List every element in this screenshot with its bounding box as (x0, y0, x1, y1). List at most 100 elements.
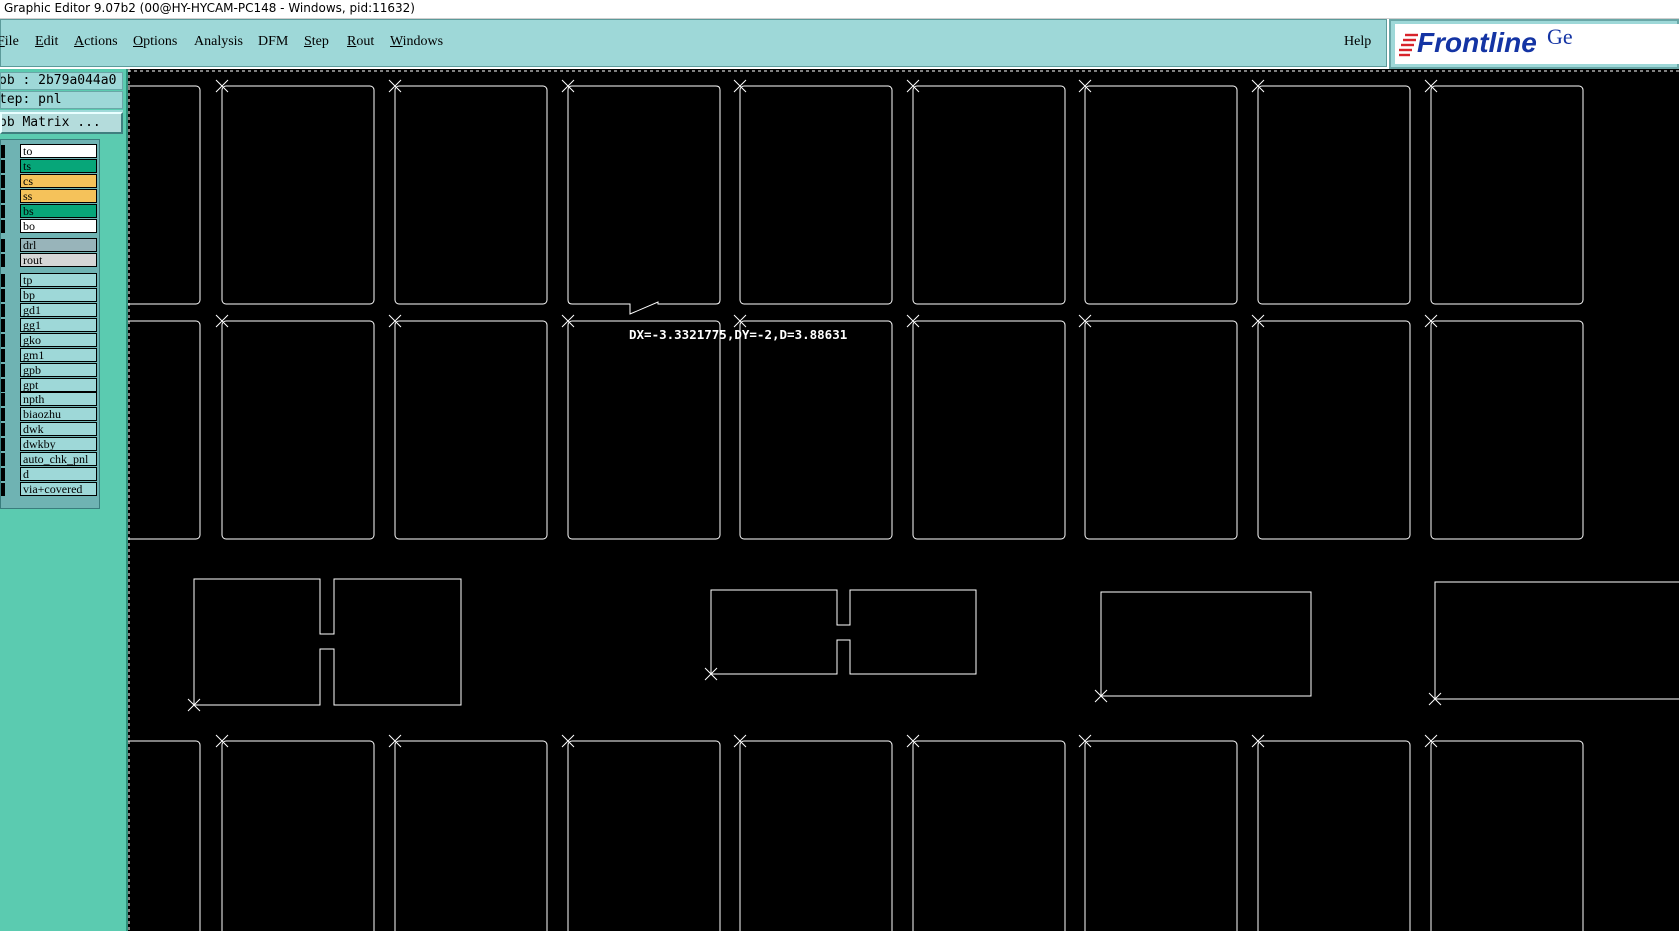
pcb-board-outline (221, 320, 375, 540)
layer-checkbox[interactable] (1, 160, 5, 173)
layer-checkbox[interactable] (1, 408, 5, 421)
layer-label[interactable]: biaozhu (20, 407, 97, 421)
pcb-board-outline (912, 320, 1066, 540)
layer-checkbox[interactable] (1, 205, 5, 218)
layer-row-bs[interactable]: bs (1, 204, 101, 219)
layer-label[interactable]: npth (20, 392, 97, 406)
layer-row-tp[interactable]: tp (1, 273, 101, 288)
pcb-board-outline (1084, 320, 1238, 540)
layer-label[interactable]: bs (20, 204, 97, 218)
layer-label[interactable]: bo (20, 219, 97, 233)
pcb-board-outline (567, 320, 721, 540)
layer-label[interactable]: gm1 (20, 348, 97, 362)
layer-row-gpt[interactable]: gpt (1, 378, 101, 393)
logo-text: Frontline (1417, 27, 1537, 58)
layer-checkbox[interactable] (1, 334, 5, 347)
menu-dfm[interactable]: DFM (258, 34, 288, 50)
layer-label[interactable]: rout (20, 253, 97, 267)
menu-help[interactable]: Help (1344, 34, 1371, 50)
layer-row-via-covered[interactable]: via+covered (1, 482, 101, 497)
layer-label[interactable]: cs (20, 174, 97, 188)
pcb-board-outline (221, 85, 375, 305)
cad-drawing[interactable] (128, 69, 1679, 931)
pcb-board-outline (1430, 320, 1584, 540)
layer-row-gd1[interactable]: gd1 (1, 303, 101, 318)
layer-checkbox[interactable] (1, 379, 5, 392)
job-matrix-button[interactable]: ob Matrix ... (0, 112, 123, 134)
layer-checkbox[interactable] (1, 423, 5, 436)
layer-checkbox[interactable] (1, 364, 5, 377)
layer-label[interactable]: d (20, 467, 97, 481)
layer-row-npth[interactable]: npth (1, 392, 101, 407)
pcb-board-outline (128, 740, 201, 931)
layer-checkbox[interactable] (1, 393, 5, 406)
layer-label[interactable]: gko (20, 333, 97, 347)
layer-row-gg1[interactable]: gg1 (1, 318, 101, 333)
layer-list: to ts cs ss bs bo drl rout tp bp gd1 gg1 gko gm1 gpb gp… (0, 139, 100, 509)
pcb-board-outline (739, 85, 893, 305)
pcb-board-outline (739, 320, 893, 540)
layer-row-bp[interactable]: bp (1, 288, 101, 303)
menu-edit[interactable]: Edit (35, 34, 58, 50)
layer-checkbox[interactable] (1, 304, 5, 317)
layer-label[interactable]: drl (20, 238, 97, 252)
layer-row-rout[interactable]: rout (1, 253, 101, 268)
layer-checkbox[interactable] (1, 289, 5, 302)
left-panel: ob : 2b79a044a0 tep: pnl ob Matrix ... t… (0, 69, 128, 931)
layer-label[interactable]: auto_chk_pnl (20, 452, 97, 466)
menu-options[interactable]: Options (133, 34, 177, 50)
layer-checkbox[interactable] (1, 438, 5, 451)
layer-checkbox[interactable] (1, 274, 5, 287)
layer-row-gm1[interactable]: gm1 (1, 348, 101, 363)
layer-checkbox[interactable] (1, 239, 5, 252)
layer-row-ts[interactable]: ts (1, 159, 101, 174)
graphic-canvas[interactable]: DX=-3.3321775,DY=-2,D=3.88631 (128, 69, 1679, 931)
layer-checkbox[interactable] (1, 319, 5, 332)
layer-row-drl[interactable]: drl (1, 238, 101, 253)
pcb-board-outline (1430, 85, 1584, 305)
layer-label[interactable]: ts (20, 159, 97, 173)
layer-row-dwk[interactable]: dwk (1, 422, 101, 437)
menu-file[interactable]: File (0, 34, 19, 50)
layer-checkbox[interactable] (1, 349, 5, 362)
layer-row-ss[interactable]: ss (1, 189, 101, 204)
layer-row-dwkby[interactable]: dwkby (1, 437, 101, 452)
layer-row-gpb[interactable]: gpb (1, 363, 101, 378)
layer-checkbox[interactable] (1, 468, 5, 481)
layer-row-auto-chk-pnl[interactable]: auto_chk_pnl (1, 452, 101, 467)
layer-row-cs[interactable]: cs (1, 174, 101, 189)
menu-analysis[interactable]: Analysis (194, 34, 243, 50)
logo-suffix: Ge (1547, 24, 1573, 49)
layer-checkbox[interactable] (1, 145, 5, 158)
coupon-outline (710, 589, 977, 675)
layer-checkbox[interactable] (1, 190, 5, 203)
menu-windows[interactable]: Windows (390, 34, 443, 50)
layer-label[interactable]: ss (20, 189, 97, 203)
coupon-outline (193, 578, 462, 706)
layer-label[interactable]: tp (20, 273, 97, 287)
layer-label[interactable]: gpb (20, 363, 97, 377)
pcb-board-outline (221, 740, 375, 931)
layer-row-d[interactable]: d (1, 467, 101, 482)
layer-row-to[interactable]: to (1, 144, 101, 159)
menu-step[interactable]: Step (304, 34, 329, 50)
layer-checkbox[interactable] (1, 175, 5, 188)
menu-actions[interactable]: Actions (74, 34, 118, 50)
layer-label[interactable]: via+covered (20, 482, 97, 496)
layer-label[interactable]: gg1 (20, 318, 97, 332)
layer-checkbox[interactable] (1, 254, 5, 267)
layer-row-bo[interactable]: bo (1, 219, 101, 234)
layer-row-biaozhu[interactable]: biaozhu (1, 407, 101, 422)
layer-label[interactable]: gpt (20, 378, 97, 392)
layer-checkbox[interactable] (1, 453, 5, 466)
pcb-board-outline (912, 740, 1066, 931)
layer-checkbox[interactable] (1, 220, 5, 233)
layer-label[interactable]: bp (20, 288, 97, 302)
layer-checkbox[interactable] (1, 483, 5, 496)
layer-label[interactable]: dwk (20, 422, 97, 436)
layer-label[interactable]: to (20, 144, 97, 158)
layer-row-gko[interactable]: gko (1, 333, 101, 348)
layer-label[interactable]: dwkby (20, 437, 97, 451)
menu-rout[interactable]: Rout (347, 34, 374, 50)
layer-label[interactable]: gd1 (20, 303, 97, 317)
